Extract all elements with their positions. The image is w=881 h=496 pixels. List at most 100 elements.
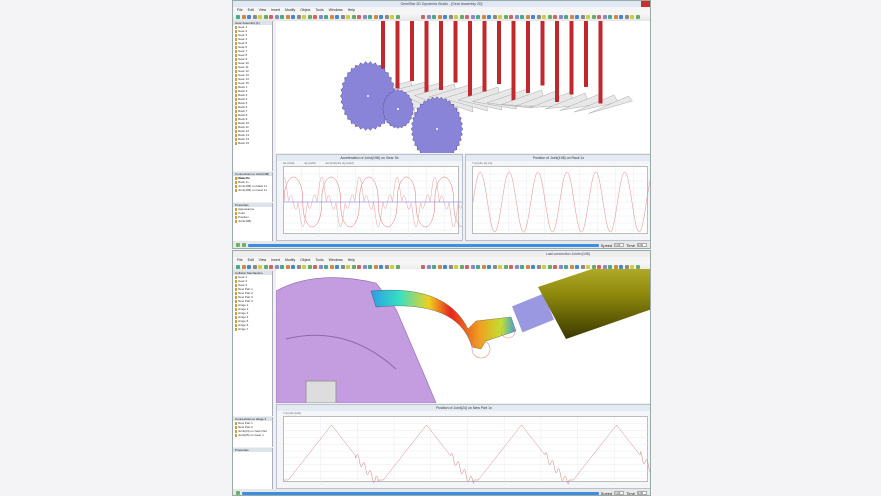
menu-item[interactable]: Modify: [285, 7, 295, 13]
toolbar-button[interactable]: [514, 15, 519, 19]
toolbar-button[interactable]: [635, 15, 640, 19]
legend-entry[interactable]: Az (m/s²) Ax, Ay (m/s²): [326, 161, 354, 165]
toolbar-button[interactable]: [421, 15, 425, 19]
toolbar-button[interactable]: [602, 15, 607, 19]
step-button[interactable]: [242, 243, 246, 247]
tree-item[interactable]: Rack 15: [233, 141, 272, 145]
menu-item[interactable]: Help: [348, 7, 355, 13]
toolbar-button[interactable]: [613, 15, 618, 19]
menu-item[interactable]: File: [237, 257, 243, 263]
toolbar-button[interactable]: [553, 15, 557, 19]
toolbar-button[interactable]: [520, 15, 524, 19]
toolbar-button[interactable]: [263, 15, 268, 19]
toolbar-button[interactable]: [252, 15, 257, 19]
toolbar-button[interactable]: [624, 15, 629, 19]
toolbar-button[interactable]: [459, 15, 464, 19]
toolbar-button[interactable]: [269, 265, 273, 269]
menu-item[interactable]: Windows: [329, 257, 343, 263]
toolbar-button[interactable]: [269, 15, 273, 19]
toolbar-button[interactable]: [241, 15, 246, 19]
time-field[interactable]: 0.00: [637, 491, 647, 495]
connection-item[interactable]: Joint(199) on Gear 1x: [233, 188, 272, 192]
toolbar-button[interactable]: [263, 265, 268, 269]
toolbar-button[interactable]: [591, 15, 596, 19]
3d-viewport[interactable]: [276, 269, 650, 403]
toolbar-button[interactable]: [531, 15, 535, 19]
toolbar-button[interactable]: [280, 15, 284, 19]
toolbar-button[interactable]: [241, 265, 246, 269]
menu-item[interactable]: File: [237, 7, 243, 13]
position-chart[interactable]: Position of Joint(198) on Rack 1x Y (m) …: [465, 154, 650, 241]
acceleration-chart[interactable]: Acceleration of Joint(198) on Gear Sx Ax…: [276, 154, 463, 241]
toolbar-button[interactable]: [558, 15, 563, 19]
toolbar-button[interactable]: [285, 15, 290, 19]
legend-entry[interactable]: Y (m) Ax, Ay (m): [472, 161, 492, 165]
menu-item[interactable]: Insert: [271, 7, 280, 13]
play-button[interactable]: [236, 491, 240, 495]
toolbar-button[interactable]: [258, 15, 262, 19]
toolbar-button[interactable]: [313, 15, 317, 19]
timeline-slider[interactable]: [242, 491, 599, 495]
toolbar-button[interactable]: [307, 15, 312, 19]
toolbar-button[interactable]: [630, 15, 634, 19]
timeline-slider[interactable]: [248, 243, 599, 247]
toolbar-button[interactable]: [362, 15, 367, 19]
time-field[interactable]: 0.00: [637, 243, 647, 247]
legend-entry[interactable]: Ax (m/s²): [283, 161, 294, 165]
toolbar-button[interactable]: [346, 15, 350, 19]
speed-field[interactable]: 1.00: [614, 243, 625, 247]
menu-item[interactable]: Windows: [329, 7, 343, 13]
toolbar-button[interactable]: [492, 15, 497, 19]
toolbar-button[interactable]: [470, 15, 475, 19]
toolbar-button[interactable]: [509, 15, 513, 19]
menu-item[interactable]: Modify: [285, 257, 295, 263]
toolbar-button[interactable]: [236, 15, 240, 19]
toolbar-button[interactable]: [437, 15, 442, 19]
toolbar-button[interactable]: [390, 15, 394, 19]
toolbar-button[interactable]: [569, 15, 574, 19]
toolbar-button[interactable]: [454, 15, 458, 19]
toolbar-button[interactable]: [357, 15, 361, 19]
toolbar-button[interactable]: [503, 15, 508, 19]
legend-entry[interactable]: Ay (m/s²): [304, 161, 315, 165]
toolbar-button[interactable]: [379, 15, 383, 19]
toolbar-button[interactable]: [351, 15, 356, 19]
menu-item[interactable]: Insert: [271, 257, 280, 263]
toolbar-button[interactable]: [619, 15, 623, 19]
tree-item[interactable]: Hinge 7: [233, 327, 272, 331]
toolbar-button[interactable]: [547, 15, 552, 19]
toolbar-button[interactable]: [487, 15, 491, 19]
toolbar-button[interactable]: [340, 15, 345, 19]
play-button[interactable]: [236, 243, 240, 247]
toolbar-button[interactable]: [329, 15, 334, 19]
toolbar-button[interactable]: [608, 15, 612, 19]
menu-item[interactable]: Edit: [248, 257, 254, 263]
connection-item[interactable]: Joint(25) on Gear 1: [233, 433, 272, 437]
toolbar-button[interactable]: [373, 15, 378, 19]
toolbar-button[interactable]: [542, 15, 546, 19]
toolbar-button[interactable]: [586, 15, 590, 19]
toolbar-button[interactable]: [597, 15, 601, 19]
toolbar-button[interactable]: [536, 15, 541, 19]
toolbar-button[interactable]: [247, 15, 251, 19]
toolbar-button[interactable]: [432, 15, 436, 19]
speed-field[interactable]: 1.00: [614, 491, 625, 495]
menu-item[interactable]: Object: [300, 257, 310, 263]
toolbar-button[interactable]: [384, 15, 389, 19]
toolbar-button[interactable]: [302, 15, 306, 19]
toolbar-button[interactable]: [395, 15, 400, 19]
toolbar-button[interactable]: [324, 15, 328, 19]
toolbar-button[interactable]: [335, 15, 339, 19]
toolbar-button[interactable]: [498, 15, 502, 19]
menu-item[interactable]: Help: [348, 257, 355, 263]
toolbar-button[interactable]: [580, 15, 585, 19]
menu-item[interactable]: Tools: [315, 257, 323, 263]
legend-entry[interactable]: Y (m) Ax (m/s): [283, 411, 301, 415]
menu-item[interactable]: View: [259, 7, 267, 13]
toolbar-button[interactable]: [564, 15, 568, 19]
toolbar-button[interactable]: [258, 265, 262, 269]
toolbar-button[interactable]: [476, 15, 480, 19]
toolbar-button[interactable]: [465, 15, 469, 19]
close-button[interactable]: [641, 1, 650, 7]
toolbar-button[interactable]: [448, 15, 453, 19]
